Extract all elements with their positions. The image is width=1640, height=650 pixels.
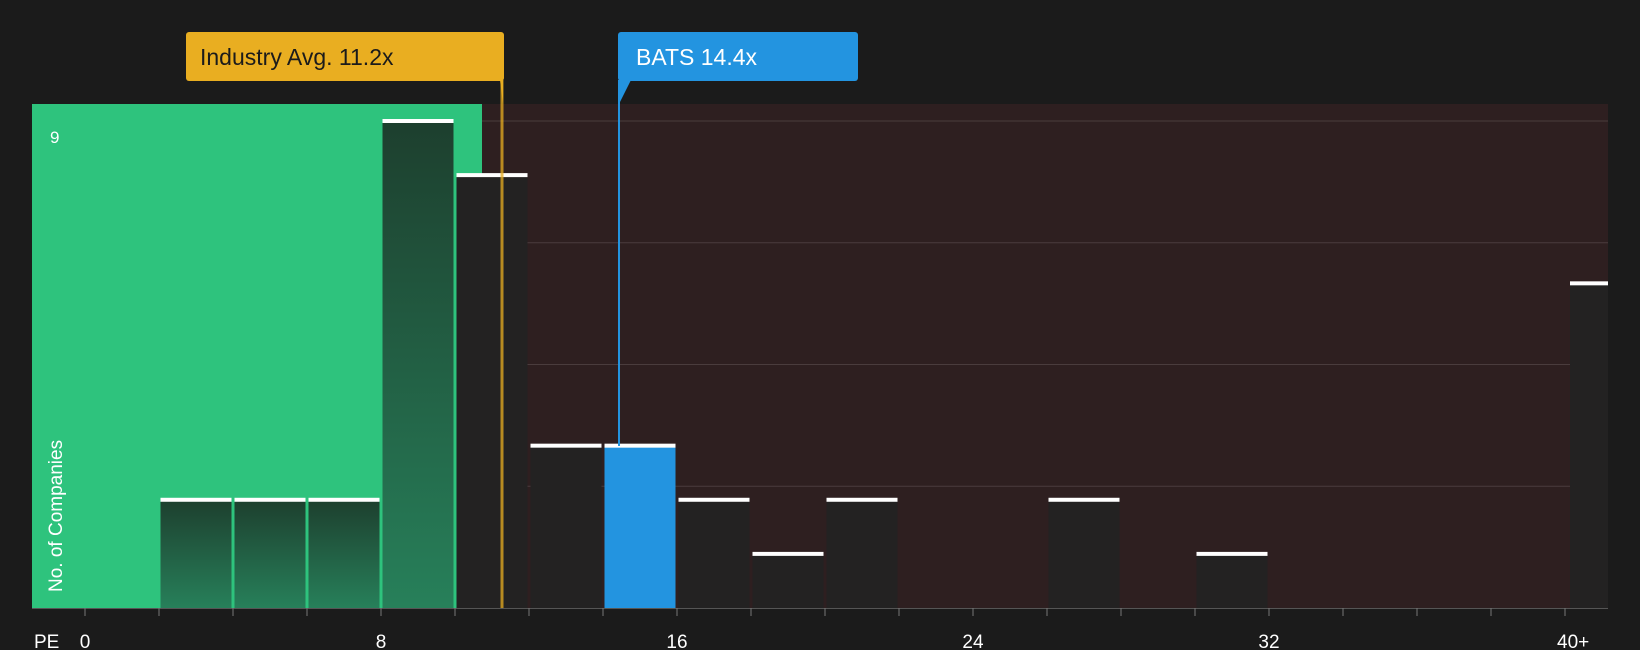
- bar-top-marker: [1196, 551, 1268, 556]
- x-axis-label: PE: [34, 632, 59, 650]
- x-tick-label: 24: [962, 632, 984, 650]
- histogram-bar: [234, 499, 306, 608]
- bar-top-marker: [604, 443, 676, 448]
- histogram-bar: [1048, 499, 1120, 608]
- histogram-bar: [752, 553, 824, 608]
- histogram-bar: [382, 121, 454, 608]
- bar-top-marker: [382, 119, 454, 123]
- x-tick-label: 32: [1258, 632, 1279, 650]
- histogram-bar: [826, 499, 898, 608]
- bar-top-marker: [456, 173, 528, 178]
- bar-top-marker: [678, 497, 750, 502]
- bar-top-marker: [530, 443, 602, 448]
- x-tick-label: 8: [376, 632, 387, 650]
- company-pe-pointer: [619, 80, 631, 104]
- histogram-bar: [456, 175, 528, 608]
- histogram-bar: [1570, 283, 1608, 608]
- y-tick-label-9: 9: [50, 128, 59, 147]
- industry-avg-label: Industry Avg. 11.2x: [200, 44, 394, 70]
- bar-top-marker: [826, 497, 898, 502]
- bar-top-marker: [1048, 497, 1120, 502]
- bar-top-marker: [160, 497, 232, 502]
- bar-top-marker: [308, 497, 380, 502]
- company-pe-label: BATS 14.4x: [636, 44, 758, 70]
- bar-top-marker: [752, 551, 824, 556]
- histogram-bar: [604, 445, 676, 608]
- pe-distribution-chart: Industry Avg. 11.2x BATS 14.4x 0 8 16 24 32 40…: [32, 32, 1608, 650]
- y-axis-label: No. of Companies: [46, 440, 67, 592]
- histogram-bar: [1196, 553, 1268, 608]
- histogram-bar: [678, 499, 750, 608]
- bar-top-marker: [1570, 281, 1608, 286]
- bar-top-marker: [234, 497, 306, 502]
- x-tick-label: 16: [666, 632, 687, 650]
- histogram-bar: [308, 499, 380, 608]
- histogram-bar: [160, 499, 232, 608]
- x-tick-label: 0: [80, 632, 91, 650]
- histogram-bar: [530, 445, 602, 608]
- x-tick-label: 40+: [1557, 632, 1589, 650]
